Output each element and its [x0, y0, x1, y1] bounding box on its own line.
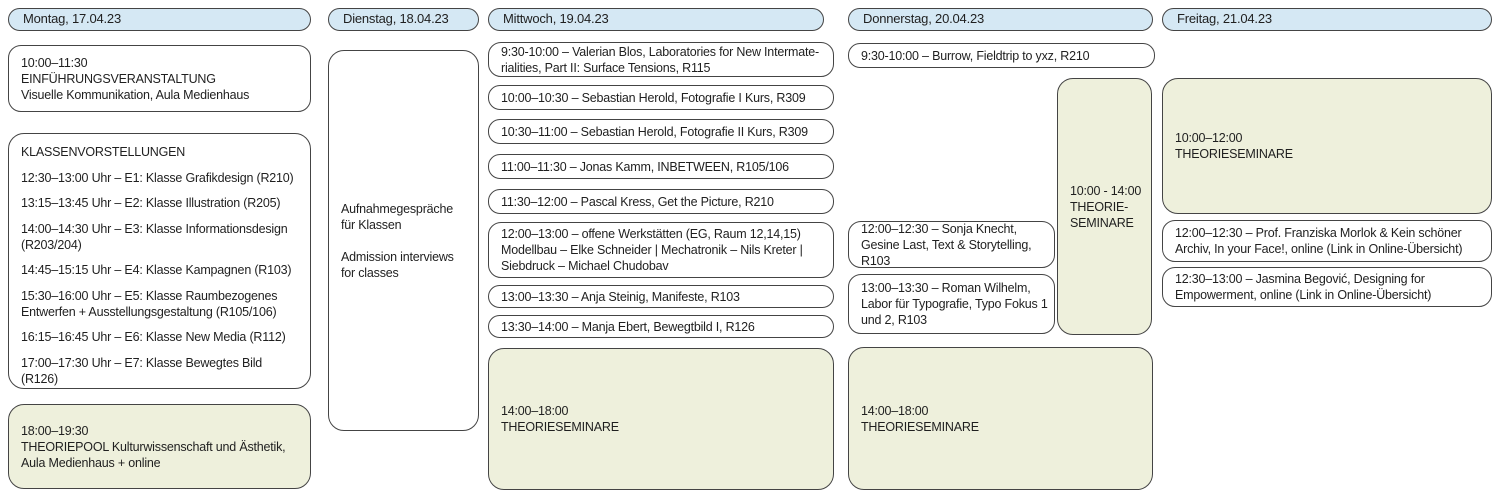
event-time: 14:00–18:00 — [861, 403, 1142, 419]
klassen-item-e7: 17:00–17:30 Uhr – E7: Klasse Bewegtes Bi… — [21, 355, 300, 387]
event-inbetween: 11:00–11:30 – Jonas Kamm, INBETWEEN, R10… — [488, 154, 834, 179]
event-klassenvorstellungen: KLASSENVORSTELLUNGEN 12:30–13:00 Uhr – E… — [8, 133, 311, 389]
klassen-item-e2: 13:15–13:45 Uhr – E2: Klasse Illustratio… — [21, 195, 300, 211]
event-text: 12:00–12:30 – Prof. Franziska Morlok & K… — [1175, 225, 1481, 257]
event-bewegtbild: 13:30–14:00 – Manja Ebert, Bewegtbild I,… — [488, 315, 834, 338]
event-text-en: Admission interviews for classes — [341, 249, 470, 281]
event-text: 13:00–13:30 – Anja Steinig, Manifeste, R… — [501, 289, 823, 305]
day-header-label: Dienstag, 18.04.23 — [343, 11, 449, 28]
event-text: 9:30-10:00 – Burrow, Fieldtrip to yxz, R… — [861, 48, 1144, 64]
day-header-label: Mittwoch, 19.04.23 — [503, 11, 609, 28]
event-aufnahmegespraeche: Aufnahmegespräche für Klassen Admission … — [328, 50, 479, 431]
event-sonja-knecht: 12:00–12:30 – Sonja Knecht, Gesi­ne Last… — [848, 221, 1055, 268]
event-get-the-picture: 11:30–12:00 – Pascal Kress, Get the Pict… — [488, 189, 834, 214]
event-offene-werkstaetten: 12:00–13:00 – offene Werkstätten (EG, Ra… — [488, 222, 834, 278]
day-header-label: Montag, 17.04.23 — [23, 11, 121, 28]
event-manifeste: 13:00–13:30 – Anja Steinig, Manifeste, R… — [488, 285, 834, 308]
event-text-de: Aufnahmegespräche für Klassen — [341, 201, 470, 233]
event-title: THEORIESEMINARE — [501, 419, 823, 435]
klassen-item-e1: 12:30–13:00 Uhr – E1: Klasse Grafikdesig… — [21, 170, 300, 186]
event-text: 13:00–13:30 – Roman Wilhelm, Labor für T… — [861, 280, 1048, 328]
weekly-schedule: Montag, 17.04.23 10:00–11:30 EINFÜHRUNGS… — [0, 0, 1500, 500]
event-time: 14:00–18:00 — [501, 403, 823, 419]
event-location: Visuelle Kommunikation, Aula Medienhaus — [21, 87, 300, 103]
klassen-item-e5: 15:30–16:00 Uhr – E5: Klasse Raumbezogen… — [21, 288, 300, 320]
event-heading: KLASSENVORSTELLUNGEN — [21, 144, 300, 160]
klassen-item-e4: 14:45–15:15 Uhr – E4: Klasse Kampagnen (… — [21, 262, 300, 278]
event-title: THEORIESEMINARE — [861, 419, 1142, 435]
day-header-label: Donnerstag, 20.04.23 — [863, 11, 984, 28]
event-text: 11:00–11:30 – Jonas Kamm, INBETWEEN, R10… — [501, 159, 823, 175]
event-title: EINFÜHRUNGSVERANSTALTUNG — [21, 71, 300, 87]
event-text: 13:30–14:00 – Manja Ebert, Bewegtbild I,… — [501, 319, 823, 335]
event-time: 10:00–12:00 — [1175, 130, 1481, 146]
day-header-wednesday: Mittwoch, 19.04.23 — [488, 8, 824, 31]
day-header-label: Freitag, 21.04.23 — [1177, 11, 1272, 28]
day-header-monday: Montag, 17.04.23 — [8, 8, 311, 31]
event-text: 12:00–12:30 – Sonja Knecht, Gesi­ne Last… — [861, 221, 1048, 269]
event-title: THEORIE­SEMINARE — [1070, 199, 1145, 231]
event-theorieseminare-friday: 10:00–12:00 THEORIESEMINARE — [1162, 78, 1492, 214]
event-theoriepool: 18:00–19:30 THEORIEPOOL Kulturwissenscha… — [8, 404, 311, 489]
event-jasmina-begovic: 12:30–13:00 – Jasmina Begović, Designing… — [1162, 267, 1492, 307]
event-valerian-blos: 9:30-10:00 – Valerian Blos, Laboratories… — [488, 42, 834, 77]
day-header-friday: Freitag, 21.04.23 — [1162, 8, 1492, 31]
event-theorieseminare-thursday-afternoon: 14:00–18:00 THEORIESEMINARE — [848, 347, 1153, 490]
event-fotografie-1: 10:00–10:30 – Sebastian Herold, Fotograf… — [488, 85, 834, 110]
event-text: 12:30–13:00 – Jasmina Begović, Designing… — [1175, 271, 1481, 303]
klassen-item-e3: 14:00–14:30 Uhr – E3: Klasse Information… — [21, 221, 300, 253]
event-time: 10:00–11:30 — [21, 55, 300, 71]
event-time: 18:00–19:30 — [21, 423, 300, 439]
event-theorieseminare-wednesday: 14:00–18:00 THEORIESEMINARE — [488, 348, 834, 490]
event-title: THEORIEPOOL Kulturwissenschaft und Ästhe… — [21, 439, 300, 455]
event-title: THEORIESEMINARE — [1175, 146, 1481, 162]
event-fotografie-2: 10:30–11:00 – Sebastian Herold, Fotograf… — [488, 119, 834, 144]
day-header-tuesday: Dienstag, 18.04.23 — [328, 8, 479, 31]
event-text: 11:30–12:00 – Pascal Kress, Get the Pict… — [501, 194, 823, 210]
day-header-thursday: Donnerstag, 20.04.23 — [848, 8, 1153, 31]
event-text: 12:00–13:00 – offene Werkstätten (EG, Ra… — [501, 226, 823, 274]
event-roman-wilhelm: 13:00–13:30 – Roman Wilhelm, Labor für T… — [848, 274, 1055, 334]
event-theorieseminare-thursday-morning: 10:00 - 14:00 THEORIE­SEMINARE — [1057, 78, 1152, 335]
event-time: 10:00 - 14:00 — [1070, 183, 1145, 199]
event-text: 10:30–11:00 – Sebastian Herold, Fotograf… — [501, 124, 823, 140]
event-burrow-fieldtrip: 9:30-10:00 – Burrow, Fieldtrip to yxz, R… — [848, 43, 1155, 68]
event-franziska-morlok: 12:00–12:30 – Prof. Franziska Morlok & K… — [1162, 220, 1492, 262]
event-text: 10:00–10:30 – Sebastian Herold, Fotograf… — [501, 90, 823, 106]
event-text: 9:30-10:00 – Valerian Blos, Laboratories… — [501, 44, 823, 76]
klassen-item-e6: 16:15–16:45 Uhr – E6: Klasse New Media (… — [21, 329, 300, 345]
event-einfuehrungsveranstaltung: 10:00–11:30 EINFÜHRUNGSVERANSTALTUNG Vis… — [8, 45, 311, 112]
event-location: Aula Medienhaus + online — [21, 455, 300, 471]
